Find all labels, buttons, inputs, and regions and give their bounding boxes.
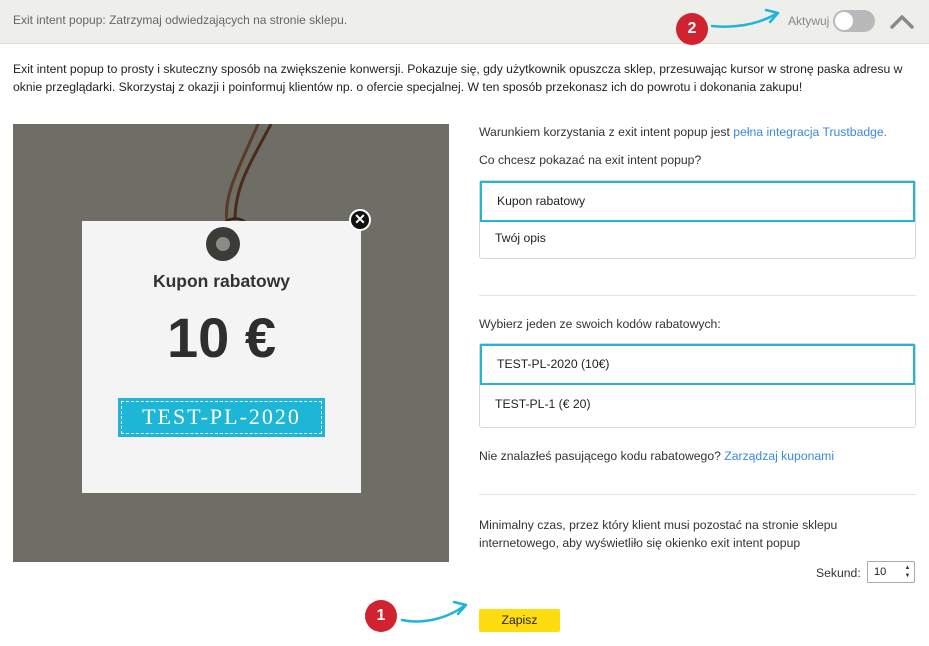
- step-marker-2: 2: [676, 13, 708, 45]
- step-marker-1: 1: [365, 600, 397, 632]
- option-code-test-pl-1[interactable]: TEST-PL-1 (€ 20): [480, 385, 915, 427]
- seconds-label: Sekund:: [816, 566, 861, 580]
- option-code-test-pl-2020[interactable]: TEST-PL-2020 (10€): [480, 344, 915, 385]
- toggle-knob: [835, 12, 853, 30]
- requirement-text: Warunkiem korzystania z exit intent popu…: [479, 125, 887, 139]
- trustbadge-integration-link[interactable]: pełna integracja Trustbadge.: [733, 125, 887, 139]
- divider: [479, 494, 916, 495]
- coupon-code: TEST-PL-2020: [121, 401, 322, 434]
- divider: [479, 295, 916, 296]
- seconds-value: 10: [874, 566, 887, 578]
- code-option-list: TEST-PL-2020 (10€) TEST-PL-1 (€ 20): [479, 343, 916, 428]
- activate-label: Aktywuj: [788, 14, 830, 28]
- tag-hole: [206, 227, 240, 261]
- chevron-up-icon[interactable]: [890, 12, 914, 30]
- coupon-code-box: TEST-PL-2020: [118, 398, 325, 437]
- coupon-amount: 10 €: [167, 306, 276, 369]
- coupon-popup-card: Kupon rabatowy 10 € TEST-PL-2020: [82, 221, 361, 493]
- no-match-text: Nie znalazłeś pasującego kodu rabatowego…: [479, 449, 834, 463]
- arrow-icon: [710, 8, 780, 28]
- code-question: Wybierz jeden ze swoich kodów rabatowych…: [479, 317, 721, 331]
- min-time-text: Minimalny czas, przez który klient musi …: [479, 518, 838, 550]
- activate-toggle[interactable]: [833, 10, 875, 32]
- option-coupon[interactable]: Kupon rabatowy: [480, 181, 915, 222]
- popup-preview: Kupon rabatowy 10 € TEST-PL-2020 ✕: [13, 124, 449, 562]
- save-button[interactable]: Zapisz: [479, 609, 560, 632]
- popup-title: Kupon rabatowy: [152, 271, 291, 291]
- content-option-list: Kupon rabatowy Twój opis: [479, 180, 916, 259]
- intro-text: Exit intent popup to prosty i skuteczny …: [13, 62, 903, 94]
- requirement-label: Warunkiem korzystania z exit intent popu…: [479, 125, 730, 139]
- close-icon[interactable]: ✕: [349, 209, 371, 231]
- arrow-icon: [400, 600, 468, 623]
- seconds-stepper[interactable]: 10 ▲ ▼: [867, 561, 915, 583]
- option-description[interactable]: Twój opis: [480, 222, 915, 258]
- no-match-label: Nie znalazłeś pasującego kodu rabatowego…: [479, 449, 721, 463]
- content-question: Co chcesz pokazać na exit intent popup?: [479, 153, 702, 167]
- panel-header: Exit intent popup: Zatrzymaj odwiedzając…: [0, 0, 929, 45]
- panel-title: Exit intent popup: Zatrzymaj odwiedzając…: [13, 13, 348, 27]
- manage-coupons-link[interactable]: Zarządzaj kuponami: [724, 449, 834, 463]
- stepper-arrows-icon[interactable]: ▲ ▼: [903, 564, 912, 580]
